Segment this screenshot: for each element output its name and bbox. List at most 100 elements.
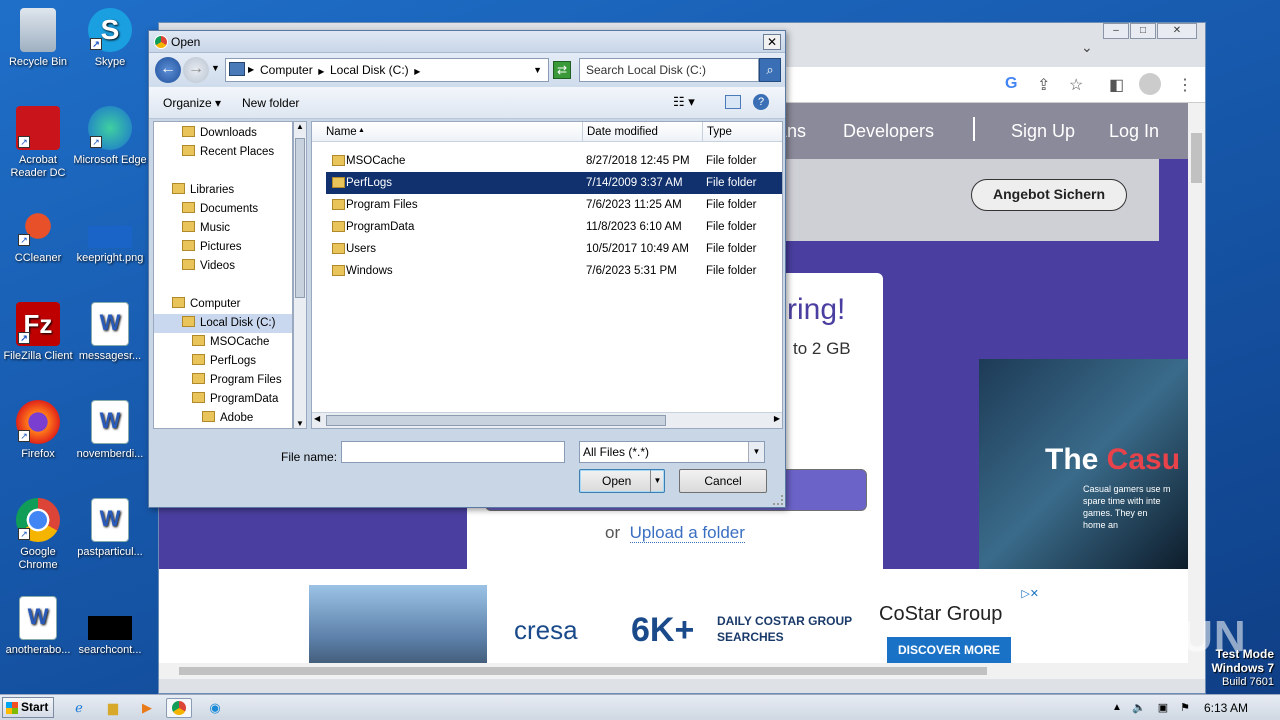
breadcrumb-arrow-icon[interactable]: ▶ — [316, 67, 327, 76]
taskbar-media-player-icon[interactable]: ▶ — [134, 698, 160, 718]
scrollbar-thumb[interactable] — [295, 138, 305, 298]
taskbar-clock[interactable]: 6:13 AM — [1204, 701, 1248, 715]
desktop-icon-searchcont[interactable]: searchcont... — [72, 596, 148, 657]
column-divider[interactable] — [702, 122, 703, 142]
desktop-icon-ccleaner[interactable]: ↗ CCleaner — [0, 204, 76, 265]
search-input[interactable]: Search Local Disk (C:) — [579, 58, 759, 82]
desktop-icon-novemberdi[interactable]: W novemberdi... — [72, 400, 148, 461]
share-icon[interactable]: ⇪ — [1037, 75, 1050, 95]
dialog-close-button[interactable]: ✕ — [763, 34, 781, 50]
bookmark-star-icon[interactable]: ☆ — [1069, 75, 1083, 95]
horizontal-scrollbar[interactable] — [159, 663, 1189, 679]
minimize-icon[interactable]: – — [1103, 23, 1129, 39]
desktop-icon-filezilla[interactable]: Fz ↗ FileZilla Client — [0, 302, 76, 363]
desktop-icon-pastparticul[interactable]: W pastparticul... — [72, 498, 148, 559]
navigation-pane-scrollbar[interactable]: ▲ ▼ — [293, 121, 307, 429]
nav-tree-item[interactable]: Libraries — [154, 181, 292, 200]
help-icon[interactable]: ? — [753, 94, 769, 110]
upload-folder-link[interactable]: Upload a folder — [629, 523, 745, 543]
scroll-up-icon[interactable]: ▲ — [296, 122, 304, 131]
taskbar-chrome-icon[interactable] — [166, 698, 192, 718]
back-arrow-icon[interactable]: ← — [155, 57, 181, 83]
desktop-icon-firefox[interactable]: ↗ Firefox — [0, 400, 76, 461]
column-header-type[interactable]: Type — [707, 126, 732, 138]
breadcrumb-computer[interactable]: Computer — [260, 63, 313, 77]
maximize-icon[interactable]: □ — [1130, 23, 1156, 39]
menu-kebab-icon[interactable]: ⋮ — [1177, 75, 1193, 95]
recent-pages-chevron-icon[interactable]: ▼ — [211, 63, 220, 73]
taskbar-explorer-icon[interactable]: ▆ — [100, 698, 126, 718]
file-row[interactable]: PerfLogs 7/14/2009 3:37 AM File folder — [326, 172, 782, 194]
nav-tree-item[interactable]: Computer — [154, 295, 292, 314]
scrollbar-thumb[interactable] — [326, 415, 666, 426]
forward-arrow-icon[interactable]: → — [183, 57, 209, 83]
resize-grip[interactable] — [773, 495, 783, 505]
scroll-right-icon[interactable]: ▶ — [774, 414, 780, 423]
column-divider[interactable] — [582, 122, 583, 142]
scroll-down-icon[interactable]: ▼ — [296, 419, 304, 428]
side-panel-icon[interactable]: ◧ — [1109, 75, 1124, 95]
nav-tree-item[interactable]: PerfLogs — [154, 352, 292, 371]
tray-action-center-icon[interactable]: ⚑ — [1172, 698, 1198, 718]
start-button[interactable]: Start — [2, 697, 54, 718]
adchoices-icon[interactable]: ▷✕ — [1021, 587, 1039, 600]
open-button[interactable]: Open ▼ — [579, 469, 665, 493]
file-row[interactable]: Users 10/5/2017 10:49 AM File folder — [326, 238, 782, 260]
taskbar-edge-icon[interactable]: ◉ — [202, 698, 228, 718]
google-lens-icon[interactable]: G — [1005, 75, 1017, 93]
breadcrumb-arrow-icon[interactable]: ▶ — [412, 67, 420, 76]
nav-tree-item[interactable]: Adobe — [154, 409, 292, 428]
tray-volume-icon[interactable]: 🔈 — [1126, 698, 1152, 718]
desktop-icon-skype[interactable]: S ↗ Skype — [72, 8, 148, 69]
nav-tree-item[interactable]: Videos — [154, 257, 292, 276]
tab-list-chevron-icon[interactable]: ⌄ — [1081, 39, 1093, 56]
breadcrumb[interactable]: ▶ Computer ▶ Local Disk (C:) ▶ ▼ — [225, 58, 549, 82]
nav-developers[interactable]: Developers — [843, 121, 934, 142]
desktop-icon-keepright[interactable]: keepright.png — [72, 204, 148, 265]
nav-tree-item[interactable]: Downloads — [154, 124, 292, 143]
breadcrumb-local-disk[interactable]: Local Disk (C:) — [330, 63, 409, 77]
open-dropdown-icon[interactable]: ▼ — [650, 470, 664, 492]
organize-button[interactable]: Organize ▾ — [163, 96, 221, 110]
desktop-icon-recycle-bin[interactable]: Recycle Bin — [0, 8, 76, 69]
side-ad[interactable]: The Casu Casual gamers use m spare time … — [979, 359, 1189, 569]
dropdown-arrow-icon[interactable]: ▼ — [748, 442, 764, 462]
file-row[interactable]: MSOCache 8/27/2018 12:45 PM File folder — [326, 150, 782, 172]
nav-tree-item[interactable]: Recent Places — [154, 143, 292, 162]
desktop-icon-edge[interactable]: ↗ Microsoft Edge — [72, 106, 148, 167]
preview-pane-icon[interactable] — [725, 95, 741, 109]
desktop-icon-chrome[interactable]: ↗ Google Chrome — [0, 498, 76, 572]
desktop-icon-messagesr[interactable]: W messagesr... — [72, 302, 148, 363]
desktop-icon-anotherabo[interactable]: W anotherabo... — [0, 596, 76, 657]
scroll-left-icon[interactable]: ◀ — [314, 414, 320, 423]
costar-banner-ad[interactable]: cresa 6K+ DAILY COSTAR GROUP SEARCHES Co… — [309, 585, 1039, 675]
profile-avatar-icon[interactable] — [1139, 73, 1161, 95]
search-icon[interactable]: ⌕ — [759, 58, 781, 82]
scrollbar-thumb[interactable] — [179, 667, 987, 675]
desktop-icon-acrobat[interactable]: ↗ Acrobat Reader DC — [0, 106, 76, 180]
breadcrumb-arrow-icon[interactable]: ▶ — [248, 59, 254, 81]
close-icon[interactable]: ✕ — [1157, 23, 1197, 39]
nav-tree-item[interactable]: ProgramData — [154, 390, 292, 409]
file-type-select[interactable]: All Files (*.*) ▼ — [579, 441, 765, 463]
scrollbar-thumb[interactable] — [1191, 133, 1202, 183]
column-header-name[interactable]: Name — [326, 126, 357, 138]
file-row[interactable]: Program Files 7/6/2023 11:25 AM File folde… — [326, 194, 782, 216]
dialog-titlebar[interactable]: Open ✕ — [149, 31, 785, 53]
file-row[interactable]: Windows 7/6/2023 5:31 PM File folder — [326, 260, 782, 282]
angebot-sichern-button[interactable]: Angebot Sichern — [971, 179, 1127, 211]
nav-sign-up[interactable]: Sign Up — [1011, 121, 1075, 142]
cancel-button[interactable]: Cancel — [679, 469, 767, 493]
nav-tree-item[interactable]: MSOCache — [154, 333, 292, 352]
file-list-hscrollbar[interactable]: ◀ ▶ — [312, 412, 782, 428]
nav-tree-item[interactable]: Pictures — [154, 238, 292, 257]
breadcrumb-dropdown-icon[interactable]: ▼ — [533, 59, 542, 81]
nav-tree-item[interactable]: Program Files — [154, 371, 292, 390]
nav-tree-item[interactable]: Documents — [154, 200, 292, 219]
column-header-date[interactable]: Date modified — [587, 126, 658, 138]
file-row[interactable]: ProgramData 11/8/2023 6:10 AM File folder — [326, 216, 782, 238]
refresh-icon[interactable]: ⇄ — [553, 61, 571, 79]
nav-log-in[interactable]: Log In — [1109, 121, 1159, 142]
file-name-input[interactable] — [341, 441, 565, 463]
discover-more-button[interactable]: DISCOVER MORE — [887, 637, 1011, 663]
